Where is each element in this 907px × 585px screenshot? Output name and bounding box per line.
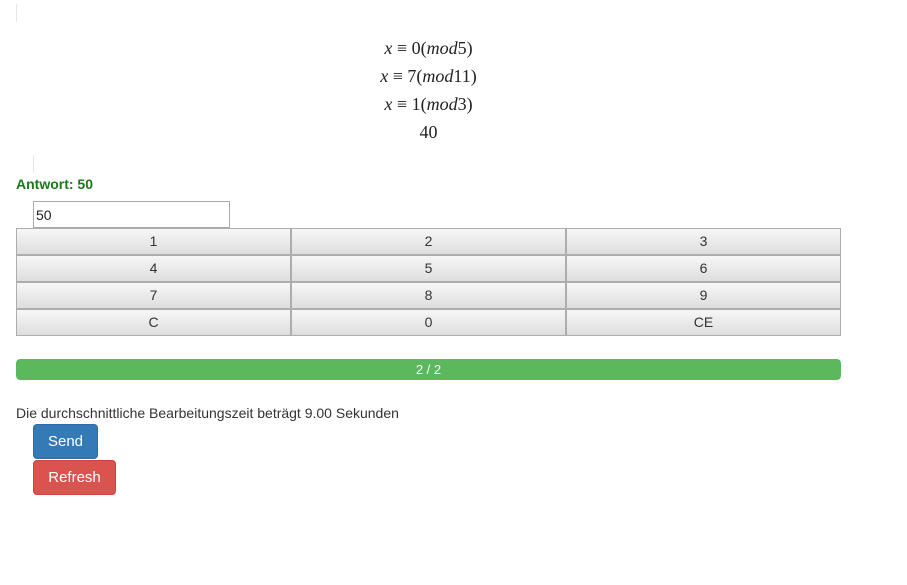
eq-relation: ≡ <box>396 38 408 58</box>
average-time-text: Die durchschnittliche Bearbeitungszeit b… <box>16 405 399 421</box>
divider-mid <box>33 155 34 173</box>
eq-modulus: 5 <box>457 38 467 58</box>
answer-input[interactable] <box>33 201 230 228</box>
keypad-row: 7 8 9 <box>16 282 841 309</box>
send-button[interactable]: Send <box>33 424 98 459</box>
key-4[interactable]: 4 <box>16 255 291 282</box>
divider-top <box>16 4 17 22</box>
keypad-row: 4 5 6 <box>16 255 841 282</box>
eq-mod: mod <box>422 66 454 86</box>
eq-mod: mod <box>426 38 458 58</box>
refresh-button[interactable]: Refresh <box>33 460 116 495</box>
key-clear-entry[interactable]: CE <box>566 309 841 336</box>
eq-modulus: 11 <box>453 66 471 86</box>
keypad-row: C 0 CE <box>16 309 841 336</box>
key-9[interactable]: 9 <box>566 282 841 309</box>
eq-variable: x <box>380 66 389 86</box>
eq-value: 1 <box>411 94 421 114</box>
equation-line: x ≡ 7(mod11) <box>380 66 477 86</box>
key-2[interactable]: 2 <box>291 228 566 255</box>
equation-line: x ≡ 0(mod5) <box>384 38 473 58</box>
eq-modulus: 3 <box>457 94 467 114</box>
eq-value: 7 <box>407 66 417 86</box>
eq-variable: x <box>384 38 393 58</box>
result-line: 40 <box>419 122 438 142</box>
key-3[interactable]: 3 <box>566 228 841 255</box>
key-7[interactable]: 7 <box>16 282 291 309</box>
eq-mod: mod <box>426 94 458 114</box>
progress-track: 2 / 2 <box>16 359 841 380</box>
key-0[interactable]: 0 <box>291 309 566 336</box>
key-6[interactable]: 6 <box>566 255 841 282</box>
key-clear[interactable]: C <box>16 309 291 336</box>
key-1[interactable]: 1 <box>16 228 291 255</box>
keypad-row: 1 2 3 <box>16 228 841 255</box>
key-5[interactable]: 5 <box>291 255 566 282</box>
key-8[interactable]: 8 <box>291 282 566 309</box>
progress-bar: 2 / 2 <box>16 359 841 380</box>
eq-variable: x <box>384 94 393 114</box>
eq-relation: ≡ <box>392 66 403 86</box>
congruence-system: x ≡ 0(mod5) x ≡ 7(mod11) x ≡ 1(mod3) 40 <box>0 36 857 148</box>
eq-relation: ≡ <box>396 94 408 114</box>
keypad: 1 2 3 4 5 6 7 8 9 C 0 CE <box>16 228 841 336</box>
answer-label: Antwort: 50 <box>16 176 93 192</box>
eq-value: 0 <box>411 38 421 58</box>
equation-line: x ≡ 1(mod3) <box>384 94 473 114</box>
